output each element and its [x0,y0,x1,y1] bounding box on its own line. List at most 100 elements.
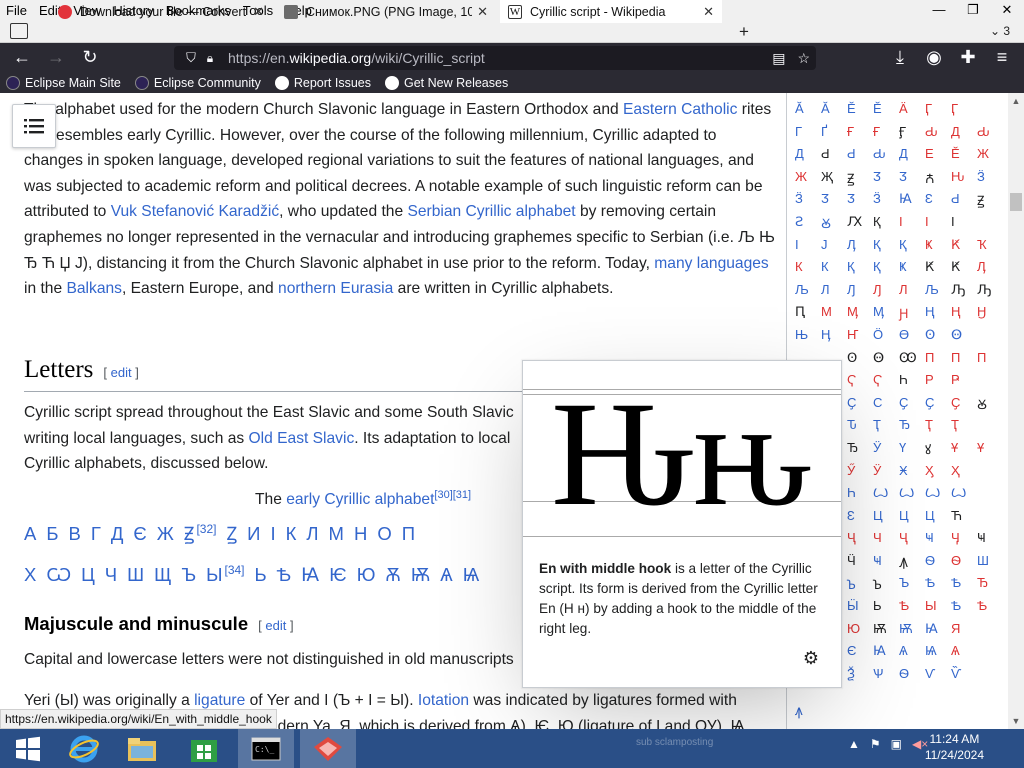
sidebar-letter[interactable]: Ұ [977,440,1003,463]
sidebar-letter[interactable]: Ҫ [951,395,977,418]
sidebar-letter[interactable]: Ӏ [951,214,977,237]
sidebar-letter[interactable]: Д [795,146,821,169]
early-cyrillic-letter[interactable]: Ь [255,564,267,585]
scroll-up-icon[interactable]: ▲ [1008,93,1024,109]
tracking-shield-icon[interactable]: ⛉ [180,50,202,66]
sidebar-letter[interactable]: Ҭ [873,417,899,440]
start-button[interactable] [0,729,56,768]
sidebar-letter[interactable]: К [795,259,821,282]
sidebar-letter[interactable]: Ғ [847,124,873,147]
network-icon[interactable]: ▣ [891,737,902,751]
sidebar-letter[interactable]: Ӿ [899,463,925,486]
sidebar-letter[interactable]: Ђ [847,440,873,463]
scroll-down-icon[interactable]: ▼ [1008,713,1024,729]
tab-list-icon[interactable] [10,23,28,39]
sidebar-letter[interactable]: Ӑ [821,101,847,124]
sidebar-letter[interactable]: Ӈ [977,304,1003,327]
tab-wikipedia[interactable]: W Cyrillic script - Wikipedia ✕ [500,0,722,23]
sidebar-letter[interactable]: Ԋ [951,169,977,192]
scroll-thumb[interactable] [1010,193,1022,211]
sidebar-letter[interactable]: Ҝ [925,237,951,260]
early-cyrillic-letter[interactable]: М [329,523,344,544]
early-cyrillic-letter[interactable]: Ѩ [463,564,480,585]
sidebar-letter[interactable]: Ӱ [873,463,899,486]
sidebar-letter[interactable]: Ҭ [951,417,977,440]
close-window-button[interactable]: ✕ [990,0,1024,20]
sidebar-letter[interactable]: Г [795,124,821,147]
sidebar-letter[interactable]: Ꙍ [925,485,951,508]
sidebar-letter[interactable]: Ӟ [873,191,899,214]
reload-button[interactable]: ↻ [76,43,104,72]
sidebar-letter[interactable]: Ӑ [795,101,821,124]
sidebar-letter[interactable]: Ӽ [925,463,951,486]
sidebar-letter[interactable]: Ғ [873,124,899,147]
tray-chevron-icon[interactable]: ▲ [848,737,860,751]
sidebar-letter[interactable]: С [873,395,899,418]
sidebar-letter[interactable]: Ж [977,146,1003,169]
sidebar-letter[interactable]: Д [951,124,977,147]
sidebar-letter[interactable]: Е [925,146,951,169]
sidebar-letter[interactable]: Ꙋ [977,395,1003,418]
sidebar-letter[interactable]: Қ [847,259,873,282]
early-cyrillic-letter[interactable]: Ѫ [385,564,400,585]
sidebar-letter[interactable]: Ѣ [977,598,1003,621]
sidebar-letter[interactable]: Ӳ [847,463,873,486]
menu-file[interactable]: File [0,3,33,18]
sidebar-letter[interactable]: Д [899,146,925,169]
sidebar-letter[interactable]: Ѣ [951,598,977,621]
sidebar-letter[interactable]: Ӧ [873,327,899,350]
sidebar-letter[interactable]: Ꙍ [873,485,899,508]
sidebar-letter[interactable]: Ԃ [873,146,899,169]
close-tab-icon[interactable]: ✕ [253,4,264,20]
early-cyrillic-letter[interactable]: І [270,523,275,544]
sidebar-letter[interactable]: Ц [899,508,925,531]
sidebar-letter[interactable]: Ӻ [899,124,925,147]
downloads-icon[interactable]: ⤓ [886,43,914,72]
sidebar-letter[interactable]: Ѧ [951,643,977,666]
app-menu-icon[interactable]: ≡ [988,43,1016,72]
close-tab-icon[interactable]: ✕ [477,4,488,20]
early-cyrillic-letter[interactable]: Ы [206,564,222,585]
sidebar-letter[interactable]: Ң [925,304,951,327]
sidebar-letter[interactable]: Ԟ [925,259,951,282]
sidebar-letter[interactable]: Л [899,282,925,305]
sidebar-letter[interactable]: Ҫ [899,395,925,418]
sidebar-letter[interactable]: Қ [899,237,925,260]
sidebar-letter[interactable]: Њ [795,327,821,350]
early-cyrillic-letter[interactable]: А [24,523,36,544]
sidebar-letter[interactable]: Ѩ [925,643,951,666]
sidebar-letter[interactable]: Ӡ [821,191,847,214]
early-cyrillic-letter[interactable]: Ш [127,564,144,585]
sidebar-letter[interactable]: Ꙏ [847,575,873,598]
sidebar-letter[interactable]: Ӆ [847,237,873,260]
sidebar-letter[interactable]: Ӆ [977,259,1003,282]
lock-icon[interactable]: 🔒︎ [202,51,218,66]
bookmark-get-releases[interactable]: Get New Releases [384,75,508,90]
edit-section-link[interactable]: [ edit ] [258,618,293,633]
sidebar-letter[interactable]: Ԑ [925,191,951,214]
sidebar-letter[interactable]: Ꙍ [899,485,925,508]
sidebar-letter[interactable]: Ѯ [847,666,873,689]
sidebar-letter[interactable]: Ҫ [925,395,951,418]
sidebar-letter[interactable]: Ꙫ [951,327,977,350]
sidebar-letter[interactable]: Ҹ [925,530,951,553]
early-cyrillic-letter[interactable]: Ѧ [440,564,452,585]
command-prompt-taskbar[interactable]: C:\_ [238,729,294,768]
early-cyrillic-letter[interactable]: К [286,523,297,544]
sidebar-letter[interactable]: П [977,350,1003,373]
sidebar-letter[interactable]: Ԥ [795,304,821,327]
early-cyrillic-letter[interactable]: Г [91,523,101,544]
sidebar-letter[interactable]: Ѱ [873,666,899,689]
sidebar-letter[interactable]: Ԑ [847,508,873,531]
link-many-languages[interactable]: many languages [654,255,768,272]
sidebar-letter[interactable]: Ꙟ [899,553,925,576]
sidebar-letter[interactable]: Ӎ [873,304,899,327]
tab-convertio[interactable]: Download your file — Convertic ✕ [50,0,272,23]
sidebar-letter[interactable]: Ӡ [847,191,873,214]
sidebar-letter[interactable]: Ӌ [951,530,977,553]
edit-section-link[interactable]: [ edit ] [103,365,138,380]
vertical-scrollbar[interactable]: ▲ ▼ [1008,93,1024,729]
sidebar-letter[interactable]: Ꙭ [899,350,925,373]
back-button[interactable]: ← [8,43,36,72]
sidebar-letter[interactable]: Қ [873,214,899,237]
